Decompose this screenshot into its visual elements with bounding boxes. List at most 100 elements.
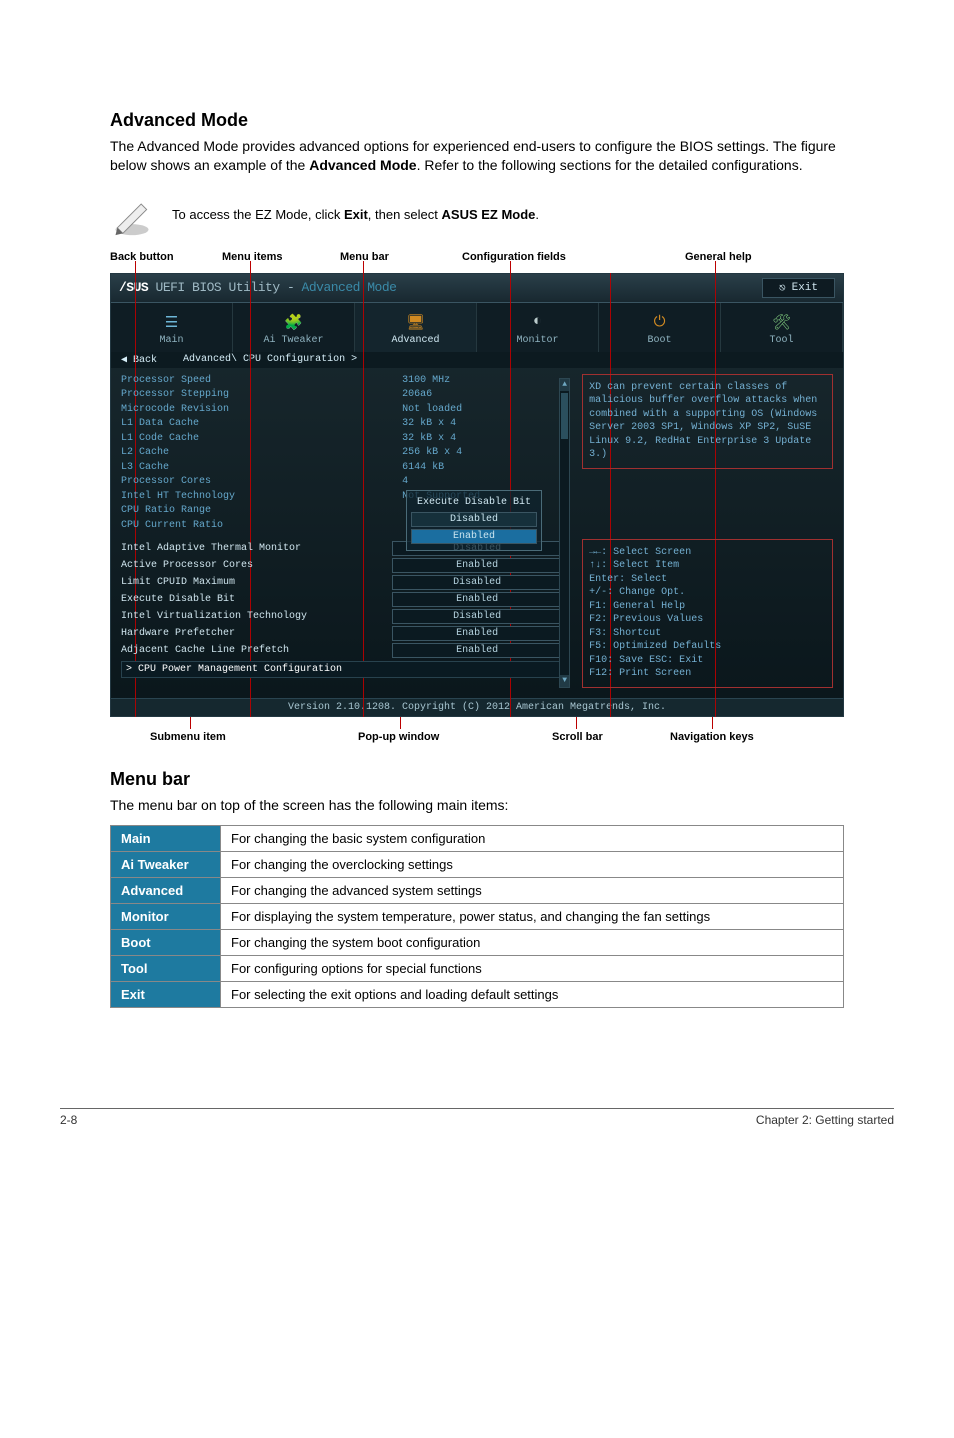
note-b1: Exit xyxy=(344,207,368,222)
scroll-up-arrow[interactable]: ▲ xyxy=(560,379,569,391)
config-label: Adjacent Cache Line Prefetch xyxy=(121,645,392,656)
bios-version-footer: Version 2.10.1208. Copyright (C) 2012 Am… xyxy=(111,698,843,716)
annot-config-fields: Configuration fields xyxy=(462,251,566,263)
submenu-cpu-power-mgmt[interactable]: > CPU Power Management Configuration xyxy=(121,661,562,678)
static-info-row: Processor Stepping206a6 xyxy=(121,388,562,403)
tab-aitw-label: Ai Tweaker xyxy=(263,335,323,346)
static-info-row: L2 Cache256 kB x 4 xyxy=(121,446,562,461)
static-info-row: L1 Code Cache32 kB x 4 xyxy=(121,432,562,447)
page-footer: 2-8 Chapter 2: Getting started xyxy=(60,1108,894,1127)
config-field[interactable]: Enabled xyxy=(392,643,562,658)
table-row: Ai TweakerFor changing the overclocking … xyxy=(111,851,844,877)
config-row[interactable]: Active Processor CoresEnabled xyxy=(121,558,562,573)
nav-key-line: F12: Print Screen xyxy=(589,667,826,681)
exit-icon: ⎋ xyxy=(779,281,786,295)
config-row[interactable]: Limit CPUID MaximumDisabled xyxy=(121,575,562,590)
exit-button[interactable]: ⎋ Exit xyxy=(762,278,835,298)
tab-mon-label: Monitor xyxy=(516,335,558,346)
annot-back-button: Back button xyxy=(110,251,174,263)
config-field[interactable]: Disabled xyxy=(392,575,562,590)
info-value: 6144 kB xyxy=(402,462,562,475)
bios-back-row: ◀ Back Advanced\ CPU Configuration > xyxy=(111,352,843,368)
table-row: BootFor changing the system boot configu… xyxy=(111,929,844,955)
annot-scroll-bar: Scroll bar xyxy=(552,731,603,743)
tab-tool-label: Tool xyxy=(769,335,793,346)
tool-icon: 🛠 xyxy=(725,313,838,331)
table-head-cell: Ai Tweaker xyxy=(111,851,221,877)
scroll-thumb[interactable] xyxy=(561,393,568,439)
tab-ai-tweaker[interactable]: 🧩Ai Tweaker xyxy=(233,303,355,352)
config-row[interactable]: Intel Virtualization TechnologyDisabled xyxy=(121,609,562,624)
static-info-row: L1 Data Cache32 kB x 4 xyxy=(121,417,562,432)
list-icon: ☰ xyxy=(115,313,228,331)
section-title-menu-bar: Menu bar xyxy=(110,769,844,790)
annot-nav-keys: Navigation keys xyxy=(670,731,754,743)
exit-label: Exit xyxy=(792,282,818,294)
info-label: Processor Stepping xyxy=(121,389,402,402)
nav-key-line: F10: Save ESC: Exit xyxy=(589,654,826,668)
config-field[interactable]: Enabled xyxy=(392,626,562,641)
bios-screenshot: /SUS UEFI BIOS Utility - Advanced Mode ⎋… xyxy=(110,273,844,717)
back-button[interactable]: ◀ Back xyxy=(121,354,157,366)
tab-monitor[interactable]: ◐ Monitor xyxy=(477,303,599,352)
menubar-intro: The menu bar on top of the screen has th… xyxy=(110,796,844,815)
annot-popup-window: Pop-up window xyxy=(358,731,439,743)
tab-advanced[interactable]: 🖥Advanced xyxy=(355,303,477,352)
annot-general-help: General help xyxy=(685,251,752,263)
info-label: Intel HT Technology xyxy=(121,491,402,504)
scroll-down-arrow[interactable]: ▼ xyxy=(560,675,569,687)
table-head-cell: Exit xyxy=(111,981,221,1007)
table-row: ToolFor configuring options for special … xyxy=(111,955,844,981)
note-mid: , then select xyxy=(368,207,442,222)
note-block: To access the EZ Mode, click Exit, then … xyxy=(110,193,844,237)
annot-submenu-item: Submenu item xyxy=(150,731,226,743)
config-field[interactable]: Enabled xyxy=(392,592,562,607)
config-label: Limit CPUID Maximum xyxy=(121,577,392,588)
note-pre: To access the EZ Mode, click xyxy=(172,207,344,222)
config-label: Intel Virtualization Technology xyxy=(121,611,392,622)
table-row: ExitFor selecting the exit options and l… xyxy=(111,981,844,1007)
section-title-advanced-mode: Advanced Mode xyxy=(110,110,844,131)
logo-brand: /SUS xyxy=(119,280,148,295)
config-field[interactable]: Enabled xyxy=(392,558,562,573)
config-row[interactable]: Hardware PrefetcherEnabled xyxy=(121,626,562,641)
table-head-cell: Advanced xyxy=(111,877,221,903)
static-info-row: Processor Speed3100 MHz xyxy=(121,374,562,389)
tab-boot[interactable]: ⏻Boot xyxy=(599,303,721,352)
static-info-row: Processor Cores4 xyxy=(121,475,562,490)
table-desc-cell: For changing the system boot configurati… xyxy=(221,929,844,955)
config-row[interactable]: Adjacent Cache Line PrefetchEnabled xyxy=(121,643,562,658)
nav-key-line: F3: Shortcut xyxy=(589,627,826,641)
bottom-annotations: Submenu item Pop-up window Scroll bar Na… xyxy=(110,717,844,747)
info-label: L2 Cache xyxy=(121,447,402,460)
tab-boot-label: Boot xyxy=(647,335,671,346)
config-label: Intel Adaptive Thermal Monitor xyxy=(121,543,392,554)
config-field[interactable]: Disabled xyxy=(392,609,562,624)
tab-tool[interactable]: 🛠 Tool xyxy=(721,303,843,352)
scrollbar[interactable]: ▲ ▼ xyxy=(559,378,570,688)
gauge-icon: ◐ xyxy=(481,313,594,331)
table-head-cell: Tool xyxy=(111,955,221,981)
table-desc-cell: For selecting the exit options and loadi… xyxy=(221,981,844,1007)
bios-right-pane: XD can prevent certain classes of malici… xyxy=(572,368,843,698)
table-head-cell: Boot xyxy=(111,929,221,955)
config-row[interactable]: Execute Disable BitEnabled xyxy=(121,592,562,607)
back-label: Back xyxy=(133,355,157,366)
config-label: Active Processor Cores xyxy=(121,560,392,571)
nav-key-line: →←: Select Screen xyxy=(589,546,826,560)
info-label: CPU Ratio Range xyxy=(121,505,402,518)
config-label: Execute Disable Bit xyxy=(121,594,392,605)
note-tail: . xyxy=(535,207,539,222)
static-info-row: Microcode RevisionNot loaded xyxy=(121,403,562,418)
menubar-table: MainFor changing the basic system config… xyxy=(110,825,844,1008)
tab-main[interactable]: ☰Main xyxy=(111,303,233,352)
table-desc-cell: For displaying the system temperature, p… xyxy=(221,903,844,929)
info-label: L3 Cache xyxy=(121,462,402,475)
table-row: MainFor changing the basic system config… xyxy=(111,825,844,851)
note-b2: ASUS EZ Mode xyxy=(442,207,536,222)
info-value: 32 kB x 4 xyxy=(402,433,562,446)
static-info-row: L3 Cache6144 kB xyxy=(121,461,562,476)
config-label: Hardware Prefetcher xyxy=(121,628,392,639)
popup-item[interactable]: Enabled xyxy=(411,529,537,544)
popup-item[interactable]: Disabled xyxy=(411,512,537,527)
